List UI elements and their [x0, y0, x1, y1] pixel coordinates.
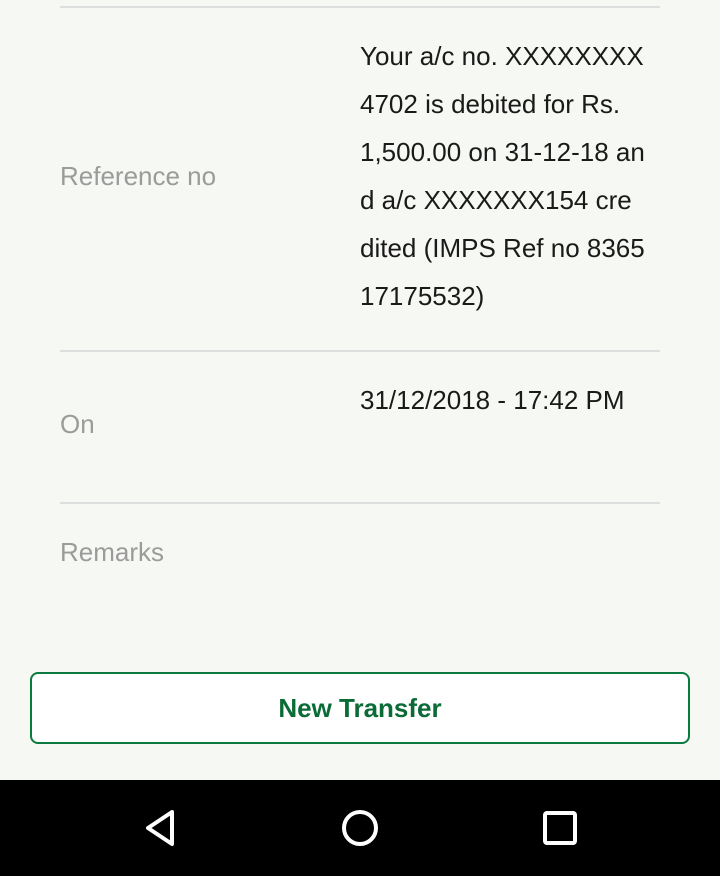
reference-value: Your a/c no. XXXXXXXX4702 is debited for…: [360, 41, 645, 311]
on-label: On: [60, 409, 95, 439]
detail-row-on: On 31/12/2018 - 17:42 PM: [60, 376, 660, 486]
divider: [60, 350, 660, 352]
home-circle-icon[interactable]: [330, 798, 390, 858]
divider: [60, 502, 660, 504]
recents-square-icon[interactable]: [530, 798, 590, 858]
transfer-details-screen: Reference no Your a/c no. XXXXXXXX4702 i…: [0, 0, 720, 780]
detail-row-reference: Reference no Your a/c no. XXXXXXXX4702 i…: [60, 32, 660, 332]
new-transfer-button[interactable]: New Transfer: [30, 672, 690, 744]
system-navigation-bar: [0, 780, 720, 876]
back-triangle-icon[interactable]: [130, 798, 190, 858]
on-value: 31/12/2018 - 17:42 PM: [360, 385, 625, 415]
divider-top: [60, 6, 660, 8]
detail-row-remarks: Remarks: [60, 535, 660, 595]
remarks-label: Remarks: [60, 537, 165, 567]
reference-label: Reference no: [60, 161, 217, 191]
